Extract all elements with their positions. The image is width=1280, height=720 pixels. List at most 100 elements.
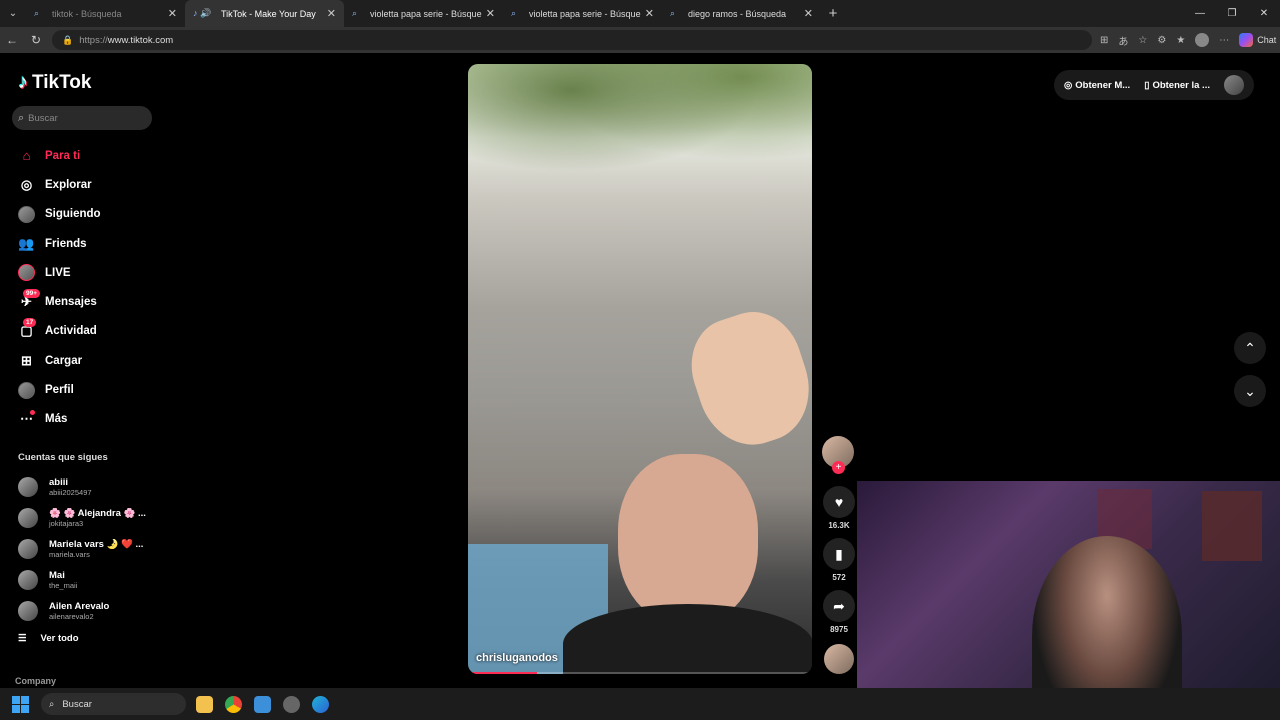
tab-label: TikTok - Make Your Day: [221, 8, 316, 19]
webcam-poster: [1202, 491, 1262, 561]
tab-close-icon[interactable]: ✕: [486, 7, 495, 20]
following-account[interactable]: abiii abiii2025497: [18, 472, 158, 503]
taskbar-search[interactable]: ⌕ Buscar: [41, 693, 186, 715]
address-bar: ← ↻ 🔒 https:// www.tiktok.com ⊞ あ ☆ ⚙ ★ …: [0, 27, 1280, 53]
like-button[interactable]: ♥: [823, 486, 855, 518]
following-account[interactable]: Mai the_maii: [18, 564, 158, 595]
following-account[interactable]: 🌸 🌸 Alejandra 🌸 ... jokitajara3: [18, 503, 158, 534]
sidebar-item-more[interactable]: ⋯ Más: [18, 405, 158, 434]
notification-badge: 17: [23, 317, 37, 327]
sidebar-item-upload[interactable]: ⊞ Cargar: [18, 346, 158, 375]
account-handle: ailenarevalo2: [49, 611, 94, 621]
video-progress-fill: [468, 672, 537, 674]
restore-icon[interactable]: ❐: [1216, 0, 1248, 27]
get-app-label: Obtener la ...: [1152, 79, 1210, 91]
following-account[interactable]: Mariela vars 🌛 ❤️ ... mariela.vars: [18, 534, 158, 565]
next-video-button[interactable]: ⌄: [1234, 375, 1266, 407]
tab-close-icon[interactable]: ✕: [168, 7, 177, 20]
favorites-icon[interactable]: ★: [1176, 35, 1185, 46]
tab-actions-chevron-icon[interactable]: ⌄: [0, 0, 26, 27]
sidebar-item-following-avatar[interactable]: Siguiendo: [18, 200, 158, 229]
tiktok-favicon-icon: ♪ 🔊: [193, 8, 212, 18]
back-icon[interactable]: ←: [0, 33, 24, 47]
browser-tab[interactable]: ⌕ diego ramos - Búsqueda ✕: [662, 0, 821, 27]
live-avatar-icon: [18, 264, 35, 282]
close-window-icon[interactable]: ✕: [1248, 0, 1280, 27]
sidebar-item-compass[interactable]: ◎ Explorar: [18, 170, 158, 199]
favorite-star-icon[interactable]: ☆: [1138, 35, 1147, 46]
previous-video-button[interactable]: ⌃: [1234, 332, 1266, 364]
minimize-icon[interactable]: —: [1184, 0, 1216, 27]
tiktok-logo[interactable]: ♪ TikTok: [18, 71, 91, 94]
search-input[interactable]: ⌕ Buscar: [12, 106, 152, 130]
sidebar-item-friends[interactable]: 👥 Friends: [18, 229, 158, 258]
share-button[interactable]: ➦: [823, 590, 855, 622]
see-all-button[interactable]: ☰ Ver todo: [18, 633, 79, 644]
video-hand: [678, 300, 812, 458]
follow-plus-icon[interactable]: +: [832, 461, 845, 474]
app-icon[interactable]: [254, 695, 271, 713]
sidebar-item-label: Mensajes: [45, 296, 97, 309]
sidebar-item-label: Más: [45, 413, 68, 426]
windows-taskbar: ⌕ Buscar: [0, 688, 1280, 720]
user-avatar[interactable]: [1223, 75, 1244, 95]
translate-icon[interactable]: あ: [1118, 33, 1128, 48]
share-count: 8975: [830, 625, 848, 634]
file-explorer-icon[interactable]: [196, 695, 213, 713]
chevron-down-icon: ⌄: [1244, 382, 1256, 399]
sidebar: ♪ TikTok ⌕ Buscar ⌂ Para ti ◎ Explorar Sigui…: [0, 53, 160, 686]
account-name: Mai: [49, 569, 65, 581]
lock-icon: 🔒: [62, 34, 74, 45]
chrome-icon[interactable]: [225, 695, 242, 713]
coin-icon: ◎: [1064, 79, 1073, 91]
sidebar-item-live-avatar[interactable]: LIVE: [18, 258, 158, 287]
tab-close-icon[interactable]: ✕: [804, 7, 813, 20]
new-tab-button[interactable]: +: [821, 5, 845, 22]
get-coins-button[interactable]: ◎ Obtener M...: [1064, 80, 1130, 91]
sound-disc-avatar[interactable]: [824, 644, 854, 674]
creator-avatar[interactable]: +: [822, 436, 854, 474]
browser-tab[interactable]: ⌕ violetta papa serie - Búsqueda Imá ✕: [503, 0, 662, 27]
sidebar-item-profile-avatar[interactable]: Perfil: [18, 375, 158, 404]
search-favicon-icon: ⌕: [352, 8, 358, 18]
sidebar-item-activity[interactable]: ▢ 17 Actividad: [18, 317, 158, 346]
taskbar-search-label: Buscar: [62, 698, 92, 710]
windows-start-icon[interactable]: [12, 695, 29, 713]
refresh-icon[interactable]: ↻: [24, 33, 48, 47]
sidebar-item-messages[interactable]: ✈ 99+ Mensajes: [18, 287, 158, 316]
browser-menu-icon[interactable]: ⋯: [1219, 35, 1229, 46]
browser-tab[interactable]: ♪ 🔊 TikTok - Make Your Day ✕: [185, 0, 344, 27]
sidebar-item-label: Actividad: [45, 325, 97, 338]
apps-icon[interactable]: ⊞: [1100, 35, 1108, 46]
tab-close-icon[interactable]: ✕: [327, 7, 336, 20]
url-field[interactable]: 🔒 https:// www.tiktok.com: [52, 30, 1092, 50]
obs-icon[interactable]: [283, 695, 300, 713]
url-protocol: https://: [79, 34, 108, 46]
browser-tab[interactable]: ⌕ tiktok - Búsqueda ✕: [26, 0, 185, 27]
video-author[interactable]: chrisluganodos: [476, 652, 558, 664]
tab-label: violetta papa serie - Búsqueda: [370, 8, 482, 19]
edge-icon[interactable]: [312, 695, 329, 713]
sidebar-item-label: Explorar: [45, 178, 92, 191]
copilot-icon: [1239, 33, 1254, 47]
window-controls: — ❐ ✕: [1184, 0, 1280, 27]
following-avatar-icon: [18, 205, 35, 223]
like-count: 16.3K: [828, 521, 850, 530]
video-player[interactable]: chrisluganodos: [468, 64, 812, 674]
home-icon: ⌂: [22, 148, 31, 164]
tab-close-icon[interactable]: ✕: [645, 7, 654, 20]
account-handle: the_maii: [49, 580, 78, 590]
company-link[interactable]: Company: [15, 676, 56, 686]
tab-label: violetta papa serie - Búsqueda Imá: [529, 8, 641, 19]
account-name: abiii: [49, 477, 69, 489]
save-button[interactable]: ▮: [823, 538, 855, 570]
following-account[interactable]: Ailen Arevalo ailenarevalo2: [18, 595, 158, 626]
browser-tab[interactable]: ⌕ violetta papa serie - Búsqueda ✕: [344, 0, 503, 27]
get-app-button[interactable]: ▯ Obtener la ...: [1144, 80, 1210, 91]
account-name: Mariela vars 🌛 ❤️ ...: [49, 538, 144, 550]
browser-profile-avatar[interactable]: [1195, 33, 1210, 47]
copilot-chat-button[interactable]: Chat: [1239, 33, 1276, 47]
sidebar-item-home[interactable]: ⌂ Para ti: [18, 141, 158, 170]
see-all-label: Ver todo: [40, 633, 79, 644]
extensions-icon[interactable]: ⚙: [1157, 35, 1166, 46]
